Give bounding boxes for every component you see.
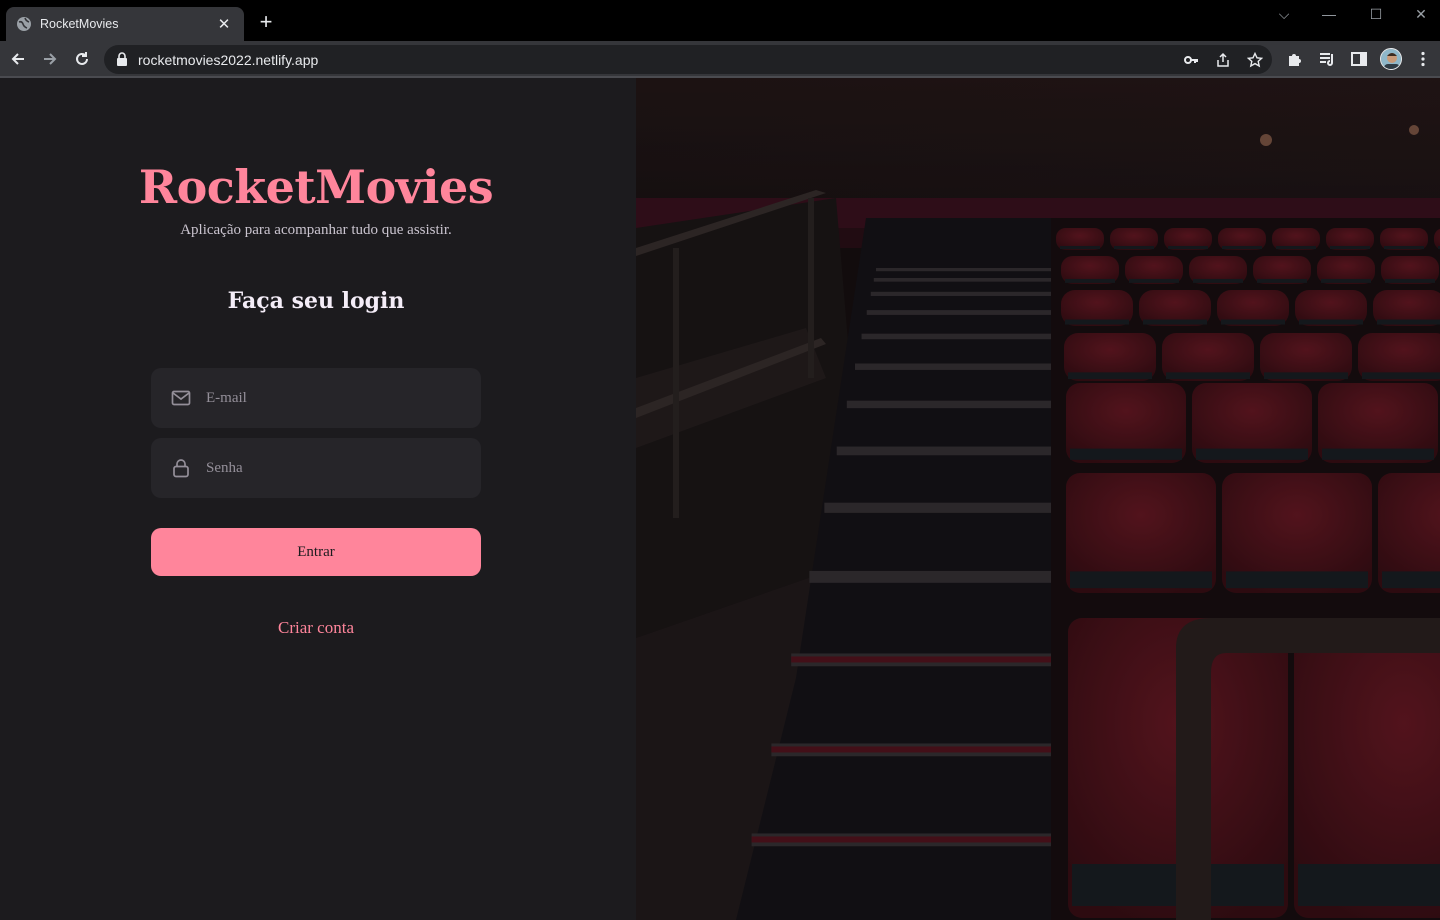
media-button[interactable]: [1315, 47, 1339, 71]
arrow-left-icon: [11, 53, 24, 65]
maximize-button[interactable]: ☐: [1360, 4, 1392, 24]
cinema-seats-image: [636, 78, 1440, 920]
side-panel-button[interactable]: [1347, 47, 1371, 71]
puzzle-icon: [1289, 54, 1301, 66]
profile-avatar[interactable]: [1380, 48, 1402, 70]
more-vertical-icon: [1421, 51, 1425, 67]
lock-icon: [116, 52, 128, 71]
lock-icon: [171, 458, 191, 478]
brand-tagline: Aplicação para acompanhar tudo que assis…: [180, 222, 452, 238]
forward-button[interactable]: [38, 47, 62, 71]
browser-tab[interactable]: RocketMovies ✕: [6, 7, 244, 41]
queue-music-icon: [1320, 53, 1333, 66]
reload-button[interactable]: [70, 47, 94, 71]
globe-icon: [16, 16, 32, 32]
login-button[interactable]: Entrar: [151, 528, 481, 576]
create-account-link[interactable]: Criar conta: [0, 618, 632, 638]
back-button[interactable]: [6, 47, 30, 71]
reload-icon: [76, 52, 88, 65]
password-input[interactable]: [206, 459, 456, 477]
page: RocketMovies Aplicação para acompanhar t…: [0, 78, 1440, 920]
url-text: rocketmovies2022.netlify.app: [138, 52, 319, 68]
tab-close-icon[interactable]: ✕: [214, 15, 234, 33]
browser-toolbar: rocketmovies2022.netlify.app: [0, 41, 1440, 78]
side-panel-icon: [1351, 52, 1367, 66]
tab-search-button[interactable]: ⌵: [1268, 4, 1300, 24]
key-icon[interactable]: [1182, 51, 1200, 69]
address-bar[interactable]: rocketmovies2022.netlify.app: [104, 45, 1272, 74]
email-input[interactable]: [206, 389, 456, 407]
new-tab-button[interactable]: +: [254, 11, 278, 35]
arrow-right-icon: [44, 53, 57, 65]
minimize-button[interactable]: —: [1313, 4, 1345, 24]
extensions-button[interactable]: [1283, 47, 1307, 71]
browser-titlebar: RocketMovies ✕ + ⌵ — ☐ ✕: [0, 0, 1440, 41]
login-heading: Faça seu login: [227, 288, 405, 314]
close-window-button[interactable]: ✕: [1405, 4, 1437, 24]
login-panel: RocketMovies Aplicação para acompanhar t…: [0, 78, 636, 920]
mail-icon: [171, 388, 191, 408]
tab-title: RocketMovies: [40, 17, 119, 31]
brand-title: RocketMovies: [138, 160, 494, 214]
password-field[interactable]: [151, 438, 481, 498]
share-icon[interactable]: [1214, 51, 1232, 69]
more-menu-button[interactable]: [1411, 47, 1435, 71]
email-field[interactable]: [151, 368, 481, 428]
star-icon[interactable]: [1246, 51, 1264, 69]
